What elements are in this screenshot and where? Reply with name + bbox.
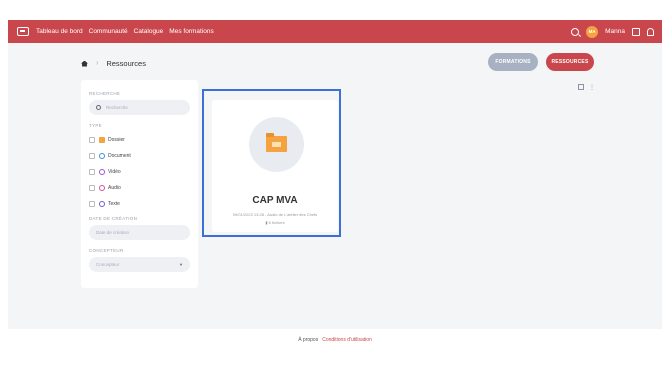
ressources-button[interactable]: RESSOURCES xyxy=(546,53,594,71)
search-section-label: RECHERCHE xyxy=(89,91,121,96)
resource-meta: 09/01/2023 13:28 - Audio de L'atelier de… xyxy=(232,212,318,217)
chevron-down-icon: ▼ xyxy=(179,262,183,267)
search-input[interactable]: Recherche xyxy=(89,100,190,115)
resource-card[interactable]: CAP MVA 09/01/2023 13:28 - Audio de L'at… xyxy=(212,100,338,232)
checkbox[interactable] xyxy=(89,137,95,143)
type-section-label: TYPE xyxy=(89,123,102,128)
main-nav: Tableau de bord Communauté Catalogue Mes… xyxy=(36,28,214,35)
resource-files: ▮ 6 fichiers xyxy=(212,220,338,225)
logo-icon[interactable] xyxy=(17,27,29,36)
date-input[interactable]: Date de création xyxy=(89,225,190,240)
resource-title[interactable]: CAP MVA xyxy=(212,195,338,206)
nav-item-dashboard[interactable]: Tableau de bord xyxy=(36,28,83,35)
top-right-actions: MA Manna xyxy=(571,25,654,38)
bell-icon[interactable] xyxy=(647,27,654,36)
search-icon[interactable] xyxy=(571,27,580,36)
search-icon xyxy=(96,105,101,110)
designer-section-label: CONCEPTEUR xyxy=(89,248,124,253)
checkbox[interactable] xyxy=(89,169,95,175)
calendar-icon[interactable] xyxy=(632,27,640,36)
breadcrumb: › Ressources xyxy=(81,59,146,68)
date-section-label: DATE DE CRÉATION xyxy=(89,216,138,221)
checkbox[interactable] xyxy=(89,201,95,207)
text-icon xyxy=(99,201,105,207)
about-link[interactable]: À propos xyxy=(298,337,318,343)
type-option-folder[interactable]: Dossier xyxy=(89,132,190,148)
type-option-audio[interactable]: Audio xyxy=(89,180,190,196)
user-name[interactable]: Manna xyxy=(605,28,625,35)
page-title: Ressources xyxy=(106,59,146,68)
main-content: › Ressources FORMATIONS RESSOURCES ⋮ REC… xyxy=(8,43,662,329)
type-label: Texte xyxy=(108,201,120,207)
folder-icon xyxy=(99,137,105,143)
nav-item-my-trainings[interactable]: Mes formations xyxy=(169,28,213,35)
folder-icon-circle xyxy=(249,117,304,172)
document-icon xyxy=(99,153,105,159)
file-icon: ▮ xyxy=(265,220,268,225)
footer: À propos Conditions d'utilisation xyxy=(0,329,670,350)
home-icon[interactable] xyxy=(81,60,88,67)
type-option-document[interactable]: Document xyxy=(89,148,190,164)
nav-item-catalog[interactable]: Catalogue xyxy=(134,28,164,35)
type-label: Document xyxy=(108,153,131,159)
terms-link[interactable]: Conditions d'utilisation xyxy=(322,337,372,343)
filter-panel: RECHERCHE Recherche TYPE Dossier Documen… xyxy=(81,80,198,288)
type-label: Dossier xyxy=(108,137,125,143)
audio-icon xyxy=(99,185,105,191)
type-label: Vidéo xyxy=(108,169,121,175)
top-navbar: Tableau de bord Communauté Catalogue Mes… xyxy=(8,20,662,43)
type-label: Audio xyxy=(108,185,121,191)
checkbox[interactable] xyxy=(89,185,95,191)
type-option-text[interactable]: Texte xyxy=(89,196,190,212)
avatar[interactable]: MA xyxy=(586,25,599,38)
formations-button[interactable]: FORMATIONS xyxy=(488,53,538,71)
more-vertical-icon[interactable]: ⋮ xyxy=(589,84,595,91)
folder-icon xyxy=(266,133,287,152)
nav-item-community[interactable]: Communauté xyxy=(89,28,128,35)
type-option-video[interactable]: Vidéo xyxy=(89,164,190,180)
designer-placeholder: Concepteur xyxy=(96,262,120,267)
list-view-icon[interactable] xyxy=(578,84,584,90)
video-icon xyxy=(99,169,105,175)
checkbox[interactable] xyxy=(89,153,95,159)
search-placeholder: Recherche xyxy=(106,105,128,110)
chevron-right-icon: › xyxy=(96,60,99,67)
designer-select[interactable]: Concepteur ▼ xyxy=(89,257,190,272)
file-count: 6 fichiers xyxy=(268,220,285,225)
